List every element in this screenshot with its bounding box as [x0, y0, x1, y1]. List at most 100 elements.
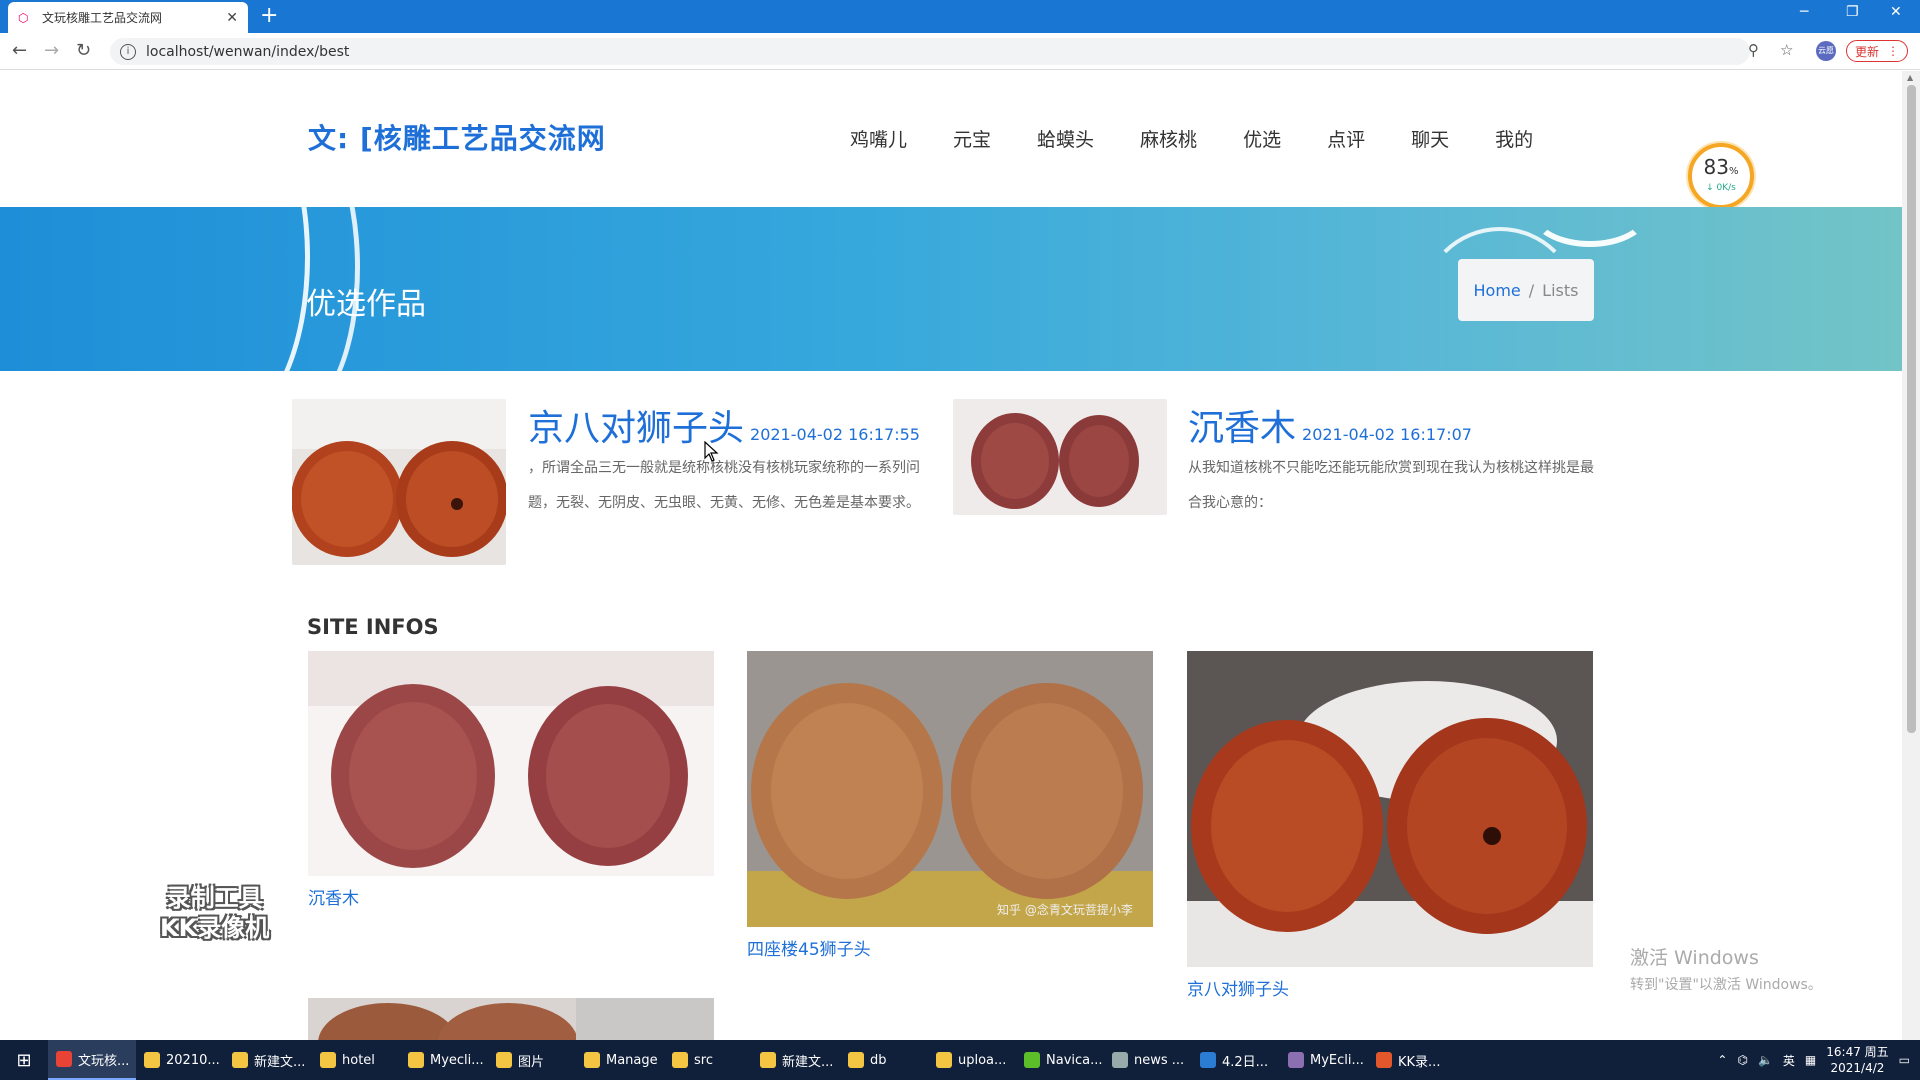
screen-recorder-watermark: 录制工具 KK录像机 — [160, 883, 269, 943]
featured-item-2[interactable]: 沉香木 2021-04-02 16:17:07 — [1188, 399, 1472, 451]
forward-icon[interactable]: → — [44, 40, 59, 61]
site-info-icon[interactable]: i — [120, 43, 136, 60]
taskbar-item[interactable]: news ... — [1104, 1040, 1192, 1080]
windows-activation-notice: 激活 Windows 转到"设置"以激活 Windows。 — [1630, 943, 1822, 994]
nav-item-yuanbao[interactable]: 元宝 — [953, 125, 991, 152]
windows-start-icon[interactable]: ⊞ — [0, 1040, 48, 1080]
taskbar-item-label: 4.2日... — [1222, 1054, 1269, 1070]
nav-item-dianping[interactable]: 点评 — [1327, 125, 1365, 152]
taskbar-item-label: 20210... — [166, 1052, 220, 1068]
breadcrumb: Home / Lists — [1458, 259, 1594, 321]
gallery-caption-2[interactable]: 四座楼45狮子头 — [747, 935, 1153, 960]
taskbar-app-icon — [1024, 1052, 1040, 1068]
featured-description-2: 从我知道核桃不只能吃还能玩能欣赏到现在我认为核桃这样挑是最合我心意的： — [1188, 460, 1594, 511]
browser-tab[interactable]: ⬡ 文玩核雕工艺品交流网 ✕ — [8, 2, 248, 33]
taskbar-app-icon — [1288, 1052, 1304, 1068]
gallery-image-4[interactable] — [308, 998, 714, 1040]
notification-icon[interactable]: ▭ — [1899, 1053, 1910, 1067]
gallery-image-3[interactable] — [1187, 651, 1593, 967]
tab-title: 文玩核雕工艺品交流网 — [42, 11, 163, 25]
close-tab-icon[interactable]: ✕ — [226, 10, 238, 26]
keyboard-grid-icon[interactable]: ▦ — [1805, 1053, 1816, 1067]
taskbar-item[interactable]: 图片 — [488, 1040, 576, 1080]
taskbar-app-icon — [232, 1052, 248, 1068]
taskbar-item[interactable]: 4.2日... — [1192, 1040, 1280, 1080]
page-banner: 优选作品 Home / Lists — [0, 207, 1902, 371]
taskbar-item[interactable]: 新建文... — [752, 1040, 840, 1080]
mouse-cursor-icon — [704, 441, 719, 462]
system-tray: ⌃ ⌬ 🔈 英 ▦ 16:47 周五 2021/4/2 ▭ — [1717, 1040, 1910, 1080]
gallery-card-2[interactable]: 知乎 @念青文玩菩提小李 四座楼45狮子头 — [747, 651, 1153, 960]
gallery-card-4[interactable] — [308, 998, 714, 1040]
taskbar-app-icon — [848, 1052, 864, 1068]
zoom-icon[interactable]: ⚲ — [1748, 41, 1759, 59]
restore-button[interactable]: ❐ — [1846, 4, 1859, 20]
taskbar-item[interactable]: 文玩核... — [48, 1040, 136, 1080]
nav-item-mahetao[interactable]: 麻核桃 — [1140, 125, 1197, 152]
image-watermark: 知乎 @念青文玩菩提小李 — [997, 903, 1133, 917]
nav-item-wode[interactable]: 我的 — [1495, 125, 1533, 152]
featured-title-2[interactable]: 沉香木 — [1188, 408, 1296, 449]
taskbar-item-label: 新建文... — [782, 1054, 834, 1070]
featured-image-2[interactable] — [953, 399, 1167, 515]
taskbar-item-label: MyEcli... — [1310, 1052, 1364, 1068]
volume-icon[interactable]: 🔈 — [1758, 1053, 1773, 1067]
minimize-button[interactable]: ─ — [1800, 4, 1808, 20]
scroll-up-icon[interactable]: ▲ — [1907, 73, 1913, 82]
gallery-image-1[interactable] — [308, 651, 714, 876]
web-page: 文: [核雕工艺品交流网 鸡嘴儿 元宝 蛤蟆头 麻核桃 优选 点评 聊天 我的 … — [0, 71, 1902, 1040]
page-title: 优选作品 — [306, 287, 426, 322]
breadcrumb-home-link[interactable]: Home — [1474, 281, 1521, 300]
taskbar-item[interactable]: Manage — [576, 1040, 664, 1080]
url-field[interactable]: i localhost/wenwan/index/best — [110, 38, 1750, 65]
site-logo[interactable]: 文: [核雕工艺品交流网 — [308, 117, 606, 157]
featured-date-2: 2021-04-02 16:17:07 — [1302, 425, 1472, 444]
menu-kebab-icon[interactable]: ⋮ — [1887, 44, 1899, 58]
taskbar-item[interactable]: Navica... — [1016, 1040, 1104, 1080]
back-icon[interactable]: ← — [12, 40, 27, 61]
gallery-caption-3[interactable]: 京八对狮子头 — [1187, 975, 1593, 1000]
gallery-card-3[interactable]: 京八对狮子头 — [1187, 651, 1593, 1000]
profile-avatar[interactable]: 云愿 — [1816, 41, 1836, 61]
gallery-card-1[interactable]: 沉香木 — [308, 651, 714, 909]
taskbar-app-icon — [320, 1052, 336, 1068]
featured-image-1[interactable] — [292, 399, 506, 565]
update-button[interactable]: 更新 ⋮ — [1846, 40, 1908, 62]
taskbar-item[interactable]: Myecli... — [400, 1040, 488, 1080]
featured-item-1[interactable]: 京八对狮子头 2021-04-02 16:17:55 — [528, 399, 920, 451]
speed-unit: % — [1728, 166, 1739, 177]
page-scrollbar[interactable]: ▲ — [1902, 71, 1920, 1040]
nav-item-hamatou[interactable]: 蛤蟆头 — [1037, 125, 1094, 152]
clock[interactable]: 16:47 周五 2021/4/2 — [1826, 1044, 1888, 1076]
network-icon[interactable]: ⌬ — [1737, 1053, 1747, 1067]
taskbar-item[interactable]: hotel — [312, 1040, 400, 1080]
taskbar-item[interactable]: 新建文... — [224, 1040, 312, 1080]
gallery-image-2[interactable]: 知乎 @念青文玩菩提小李 — [747, 651, 1153, 927]
taskbar-item[interactable]: src — [664, 1040, 752, 1080]
site-favicon-icon: ⬡ — [18, 10, 29, 25]
network-speed-widget[interactable]: 83% ↓ 0K/s — [1688, 143, 1754, 209]
tray-chevron-icon[interactable]: ⌃ — [1717, 1053, 1727, 1067]
speed-percent: 83 — [1703, 155, 1729, 179]
taskbar-app-icon — [408, 1052, 424, 1068]
nav-item-liaotian[interactable]: 聊天 — [1411, 125, 1449, 152]
bookmark-star-icon[interactable]: ☆ — [1780, 41, 1793, 59]
taskbar-item[interactable]: MyEcli... — [1280, 1040, 1368, 1080]
new-tab-button[interactable]: + — [260, 4, 278, 28]
close-window-button[interactable]: ✕ — [1890, 4, 1902, 20]
featured-description-1: ，所谓全品三无一般就是统称核桃没有核桃玩家统称的一系列问题，无裂、无阴皮、无虫眼… — [528, 460, 920, 511]
gallery-caption-1[interactable]: 沉香木 — [308, 884, 714, 909]
taskbar-item[interactable]: uploa... — [928, 1040, 1016, 1080]
breadcrumb-current: Lists — [1542, 280, 1579, 300]
taskbar-item[interactable]: db — [840, 1040, 928, 1080]
breadcrumb-separator: / — [1528, 280, 1535, 300]
nav-item-jizuier[interactable]: 鸡嘴儿 — [850, 125, 907, 152]
ime-indicator[interactable]: 英 — [1783, 1052, 1795, 1069]
scrollbar-thumb[interactable] — [1907, 85, 1916, 733]
nav-item-youxuan[interactable]: 优选 — [1243, 125, 1281, 152]
reload-icon[interactable]: ↻ — [76, 40, 91, 61]
taskbar-item-label: Myecli... — [430, 1052, 484, 1068]
update-label: 更新 — [1854, 44, 1879, 59]
taskbar-item[interactable]: KK录... — [1368, 1040, 1456, 1080]
taskbar-item[interactable]: 20210... — [136, 1040, 224, 1080]
